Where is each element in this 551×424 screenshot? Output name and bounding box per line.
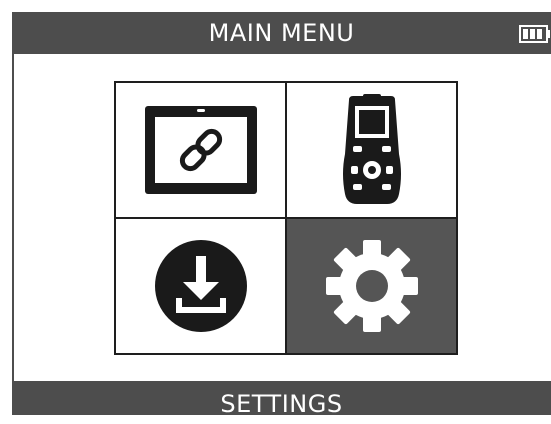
selected-item-label: SETTINGS xyxy=(220,390,343,418)
menu-tile-settings[interactable] xyxy=(287,219,456,353)
gear-icon xyxy=(325,240,418,332)
footer-bar: SETTINGS xyxy=(12,381,551,418)
menu-tile-tool[interactable] xyxy=(287,83,456,217)
tablet-link-icon xyxy=(144,106,257,194)
screen-edge-rule xyxy=(12,54,14,381)
menu-tile-tablet-link[interactable] xyxy=(116,83,285,217)
main-menu-grid xyxy=(114,81,458,355)
menu-tile-download[interactable] xyxy=(116,219,285,353)
device-screen: MAIN MENU SETTINGS xyxy=(0,0,551,418)
battery-full-icon xyxy=(519,25,550,43)
title-bar: MAIN MENU xyxy=(12,12,551,54)
page-title: MAIN MENU xyxy=(208,19,355,47)
handheld-tool-icon xyxy=(342,94,401,204)
download-icon xyxy=(154,240,247,332)
